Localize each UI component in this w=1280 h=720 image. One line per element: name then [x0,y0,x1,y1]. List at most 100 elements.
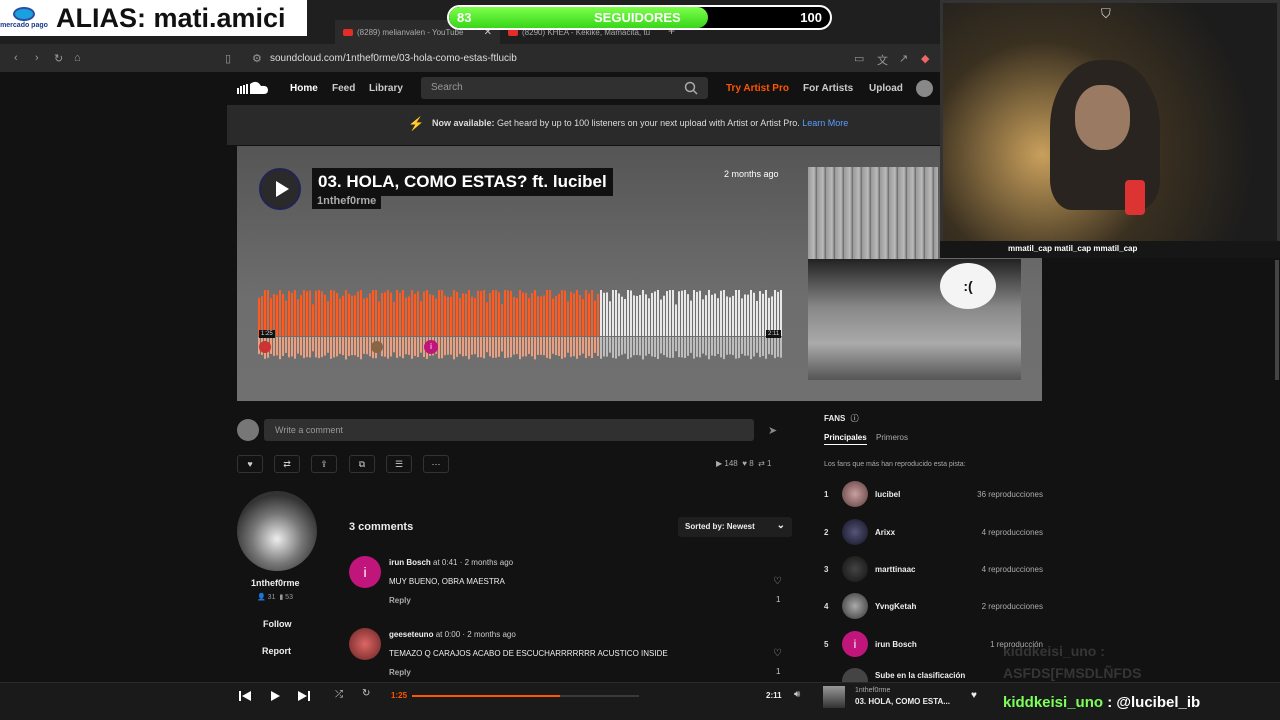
shuffle-icon[interactable]: ⤮ [335,689,343,700]
comment-avatar[interactable] [349,628,381,660]
climb-ranking[interactable]: Sube en la clasificación [875,671,965,680]
waveform-reflection [330,337,332,359]
cast-icon[interactable]: ▭ [854,52,864,65]
scrollbar[interactable] [1275,260,1279,380]
sort-dropdown[interactable]: Sorted by: Newest ⌄ [678,517,792,537]
site-info-icon[interactable]: ⚙ [252,52,262,65]
comment-like-icon[interactable]: ♡ [773,576,782,587]
waveform[interactable] [258,290,783,362]
reload-icon[interactable]: ↻ [54,52,63,65]
url-field[interactable]: soundcloud.com/1nthef0rme/03-hola-como-e… [270,53,517,64]
waveform-bar [435,298,437,336]
upload-link[interactable]: Upload [869,83,903,94]
waveform-reflection [333,337,335,358]
share-icon[interactable]: ↗ [899,52,908,65]
back-icon[interactable]: ‹ [14,52,18,64]
waveform-bar [546,290,548,336]
follow-button[interactable]: Follow [263,619,292,629]
waveform-reflection [342,337,344,356]
comment-marker[interactable] [371,341,383,353]
waveform-reflection [612,337,614,358]
fan-name[interactable]: lucibel [875,490,900,499]
comment-timestamp[interactable]: 0:41 [442,558,458,567]
now-playing-artist[interactable]: 1nthef0rme [855,687,890,694]
add-to-playlist-button[interactable]: ☰ [386,455,412,473]
fan-name[interactable]: marttinaac [875,565,915,574]
forward-icon[interactable]: › [35,52,39,64]
comment-timestamp[interactable]: 0:00 [445,630,461,639]
for-artists-link[interactable]: For Artists [803,83,853,94]
fan-avatar[interactable]: i [842,631,868,657]
fan-avatar[interactable] [842,481,868,507]
nav-feed[interactable]: Feed [332,83,355,94]
comment-marker[interactable]: i [424,340,438,354]
fan-avatar[interactable] [842,593,868,619]
report-button[interactable]: Report [262,646,291,656]
reply-button[interactable]: Reply [389,596,411,605]
fan-name[interactable]: irun Bosch [875,640,917,649]
bookmark-icon[interactable]: ▯ [225,52,231,65]
nav-home[interactable]: Home [290,83,318,94]
play-icon[interactable] [268,689,282,708]
like-icon[interactable]: ♥ [971,690,977,701]
user-avatar[interactable] [916,80,933,97]
tab-primeros[interactable]: Primeros [876,433,908,442]
artist-name[interactable]: 1nthef0rme [251,578,300,588]
brand-label: mercado pago [0,22,48,29]
comment-user[interactable]: geeseteuno [389,630,433,639]
waveform-bar [447,296,449,336]
waveform-reflection [627,337,629,360]
fan-avatar[interactable] [842,556,868,582]
now-playing-art[interactable] [823,686,845,708]
try-artist-pro-link[interactable]: Try Artist Pro [726,83,789,94]
waveform-bar [351,295,353,336]
next-icon[interactable] [297,689,311,708]
translate-icon[interactable]: 文 [877,52,888,68]
learn-more-link[interactable]: Learn More [802,118,848,128]
waveform-bar [411,290,413,336]
soundcloud-logo-icon[interactable] [237,80,269,96]
copy-link-button[interactable]: ⧉ [349,455,375,473]
track-artist[interactable]: 1nthef0rme [312,193,382,209]
repeat-icon[interactable]: ↻ [362,688,370,699]
fan-avatar[interactable] [842,519,868,545]
search-input[interactable] [421,77,708,99]
more-button[interactable]: ⋯ [423,455,449,473]
like-button[interactable]: ♥ [237,455,263,473]
waveform-reflection [570,337,572,357]
repost-button[interactable]: ⇄ [274,455,300,473]
thought-bubble: :( [940,263,996,309]
search-icon[interactable] [684,81,698,100]
play-button[interactable] [259,168,301,210]
waveform-bar [711,294,713,336]
comment-like-icon[interactable]: ♡ [773,648,782,659]
comment-marker[interactable] [259,341,271,353]
waveform-bar [615,290,617,336]
waveform-reflection [597,337,599,356]
previous-icon[interactable] [238,689,252,708]
waveform-reflection [447,337,449,355]
extension-icon[interactable]: ◆ [921,52,929,65]
lightning-icon: ⚡ [408,116,425,131]
waveform-bar [678,291,680,336]
home-icon[interactable]: ⌂ [74,52,81,64]
waveform-reflection [318,337,320,359]
promo-body: Get heard by up to 100 listeners on your… [497,118,800,128]
send-icon[interactable]: ➤ [768,424,777,437]
info-icon[interactable]: ⓘ [851,414,859,423]
fan-name[interactable]: YvngKetah [875,602,916,611]
volume-icon[interactable]: 🔊︎ [794,689,800,700]
waveform-bar [714,293,716,336]
reply-button[interactable]: Reply [389,668,411,677]
waveform-reflection [666,337,668,358]
fan-name[interactable]: Arixx [875,528,895,537]
share-button[interactable]: ⇪ [311,455,337,473]
mercado-pago-logo: mercado pago [0,0,48,36]
fans-title-text: FANS [824,414,846,423]
tab-principales[interactable]: Principales [824,433,867,445]
comment-user[interactable]: irun Bosch [389,558,431,567]
comment-avatar[interactable]: i [349,556,381,588]
now-playing-title[interactable]: 03. HOLA, COMO ESTA... [855,697,950,706]
nav-library[interactable]: Library [369,83,403,94]
artist-avatar[interactable] [237,491,317,571]
